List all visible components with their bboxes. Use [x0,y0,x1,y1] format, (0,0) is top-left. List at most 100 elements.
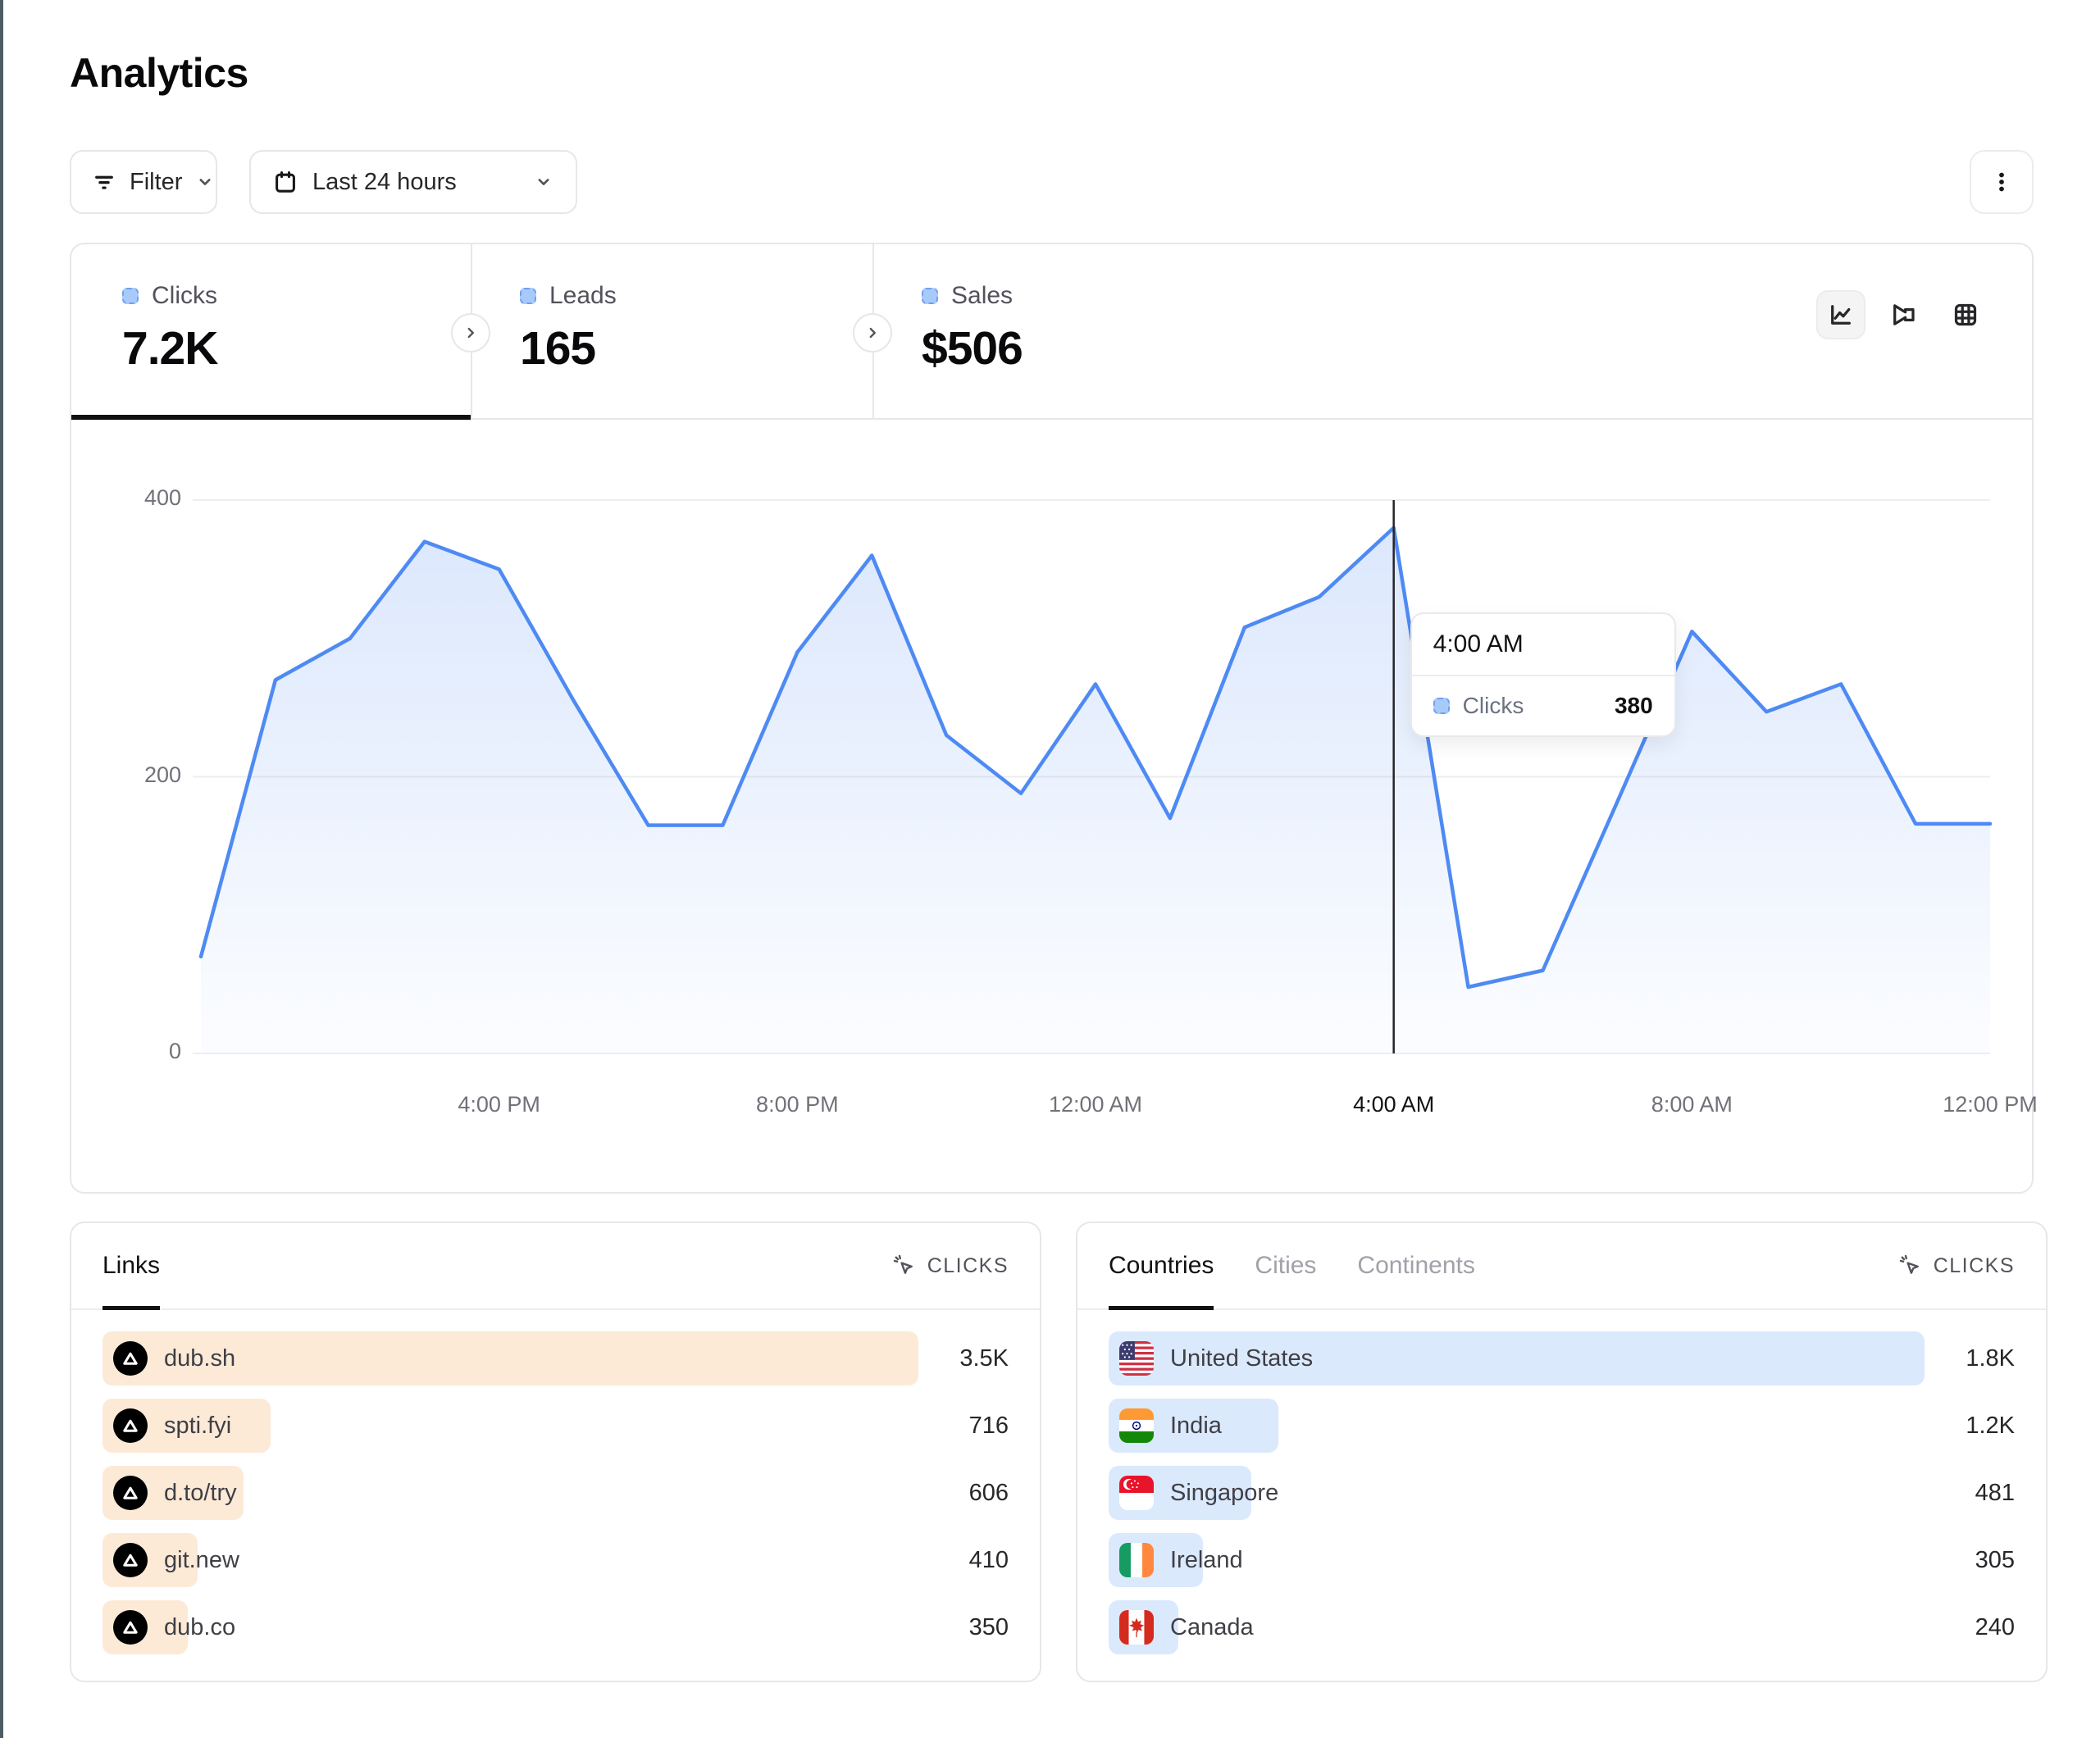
us-flag-icon [1119,1341,1154,1376]
countries-metric-selector[interactable]: CLICKS [1897,1253,2015,1279]
tooltip-series-label: Clicks [1463,693,1524,719]
x-tick-label: 12:00 AM [1049,1092,1142,1117]
stat-label: Clicks [152,282,217,310]
x-tick-label: 12:00 PM [1943,1092,2038,1117]
clicks-area-chart[interactable] [71,418,2032,1192]
item-value: 716 [918,1413,1009,1440]
list-item[interactable]: Ireland 305 [1109,1533,2015,1587]
list-item[interactable]: spti.fyi 716 [102,1399,1009,1453]
item-value: 1.2K [1925,1413,2015,1440]
y-tick-label: 400 [107,485,181,511]
item-value: 606 [918,1480,1009,1507]
dub-logo-avatar [113,1341,148,1376]
expand-sales-button[interactable] [853,313,892,353]
ca-flag-icon [1119,1610,1154,1645]
chevron-right-icon [863,324,881,342]
leads-series-swatch [520,288,536,304]
filter-icon [91,169,117,195]
stat-label: Sales [951,282,1013,310]
links-panel-header: Links CLICKS [71,1223,1040,1310]
countries-list: United States 1.8K India 1.2K Singapore481 Ir… [1077,1310,2046,1676]
links-panel: Links CLICKS dub.sh 3.5K spti.fyi 716 d.to/t… [70,1222,1041,1682]
links-list: dub.sh 3.5K spti.fyi 716 d.to/try 606 git.new 4… [71,1310,1040,1676]
tooltip-value: 380 [1615,693,1653,719]
item-label: dub.sh [164,1345,235,1372]
links-metric-label: CLICKS [927,1254,1009,1278]
sales-series-swatch [922,288,938,304]
list-item[interactable]: dub.sh 3.5K [102,1331,1009,1385]
page-title: Analytics [70,49,248,97]
filter-label: Filter [130,169,182,196]
dub-logo-avatar [113,1408,148,1443]
stat-value: $506 [922,321,1023,375]
item-value: 350 [918,1614,1009,1641]
expand-leads-button[interactable] [451,313,490,353]
list-item[interactable]: Singapore481 [1109,1466,2015,1520]
item-value: 1.8K [1925,1345,2015,1372]
x-tick-label: 8:00 PM [756,1092,839,1117]
funnel-chart-view-button[interactable] [1879,290,1928,339]
x-tick-label: 4:00 AM [1353,1092,1434,1117]
tab-continents[interactable]: Continents [1357,1223,1474,1308]
chart-area-fill [201,528,1990,1053]
item-label: Singapore [1170,1480,1278,1507]
list-item[interactable]: dub.co 350 [102,1600,1009,1654]
line-chart-view-button[interactable] [1816,290,1865,339]
ie-flag-icon [1119,1543,1154,1577]
item-value: 410 [918,1547,1009,1574]
chevron-right-icon [462,324,480,342]
clicks-series-swatch [122,288,139,304]
countries-panel-header: Countries Cities Continents CLICKS [1077,1223,2046,1310]
filter-button[interactable]: Filter [70,150,217,214]
links-metric-selector[interactable]: CLICKS [891,1253,1009,1279]
list-item[interactable]: India 1.2K [1109,1399,2015,1453]
cursor-click-icon [1897,1253,1924,1279]
tooltip-series-swatch [1433,698,1450,714]
tab-continents-label: Continents [1357,1252,1474,1280]
funnel-chart-icon [1888,300,1918,330]
chevron-down-icon [533,171,554,193]
dub-logo-avatar [113,1610,148,1645]
stats-row: Clicks 7.2K Leads 165 [71,244,2032,420]
item-label: India [1170,1413,1222,1440]
stat-value: 7.2K [122,321,217,375]
item-label: dub.co [164,1614,235,1641]
chart-view-toggle [1816,290,1990,339]
list-item[interactable]: d.to/try 606 [102,1466,1009,1520]
item-label: spti.fyi [164,1413,231,1440]
item-value: 3.5K [918,1345,1009,1372]
more-options-button[interactable] [1970,150,2034,214]
stat-tab-sales[interactable]: Sales $506 [874,244,1448,418]
countries-panel: Countries Cities Continents CLICKS Unite… [1076,1222,2048,1682]
stat-tab-leads[interactable]: Leads 165 [472,244,874,418]
item-value: 240 [1925,1614,2015,1641]
x-tick-label: 4:00 PM [458,1092,540,1117]
chevron-down-icon [194,171,216,193]
kebab-icon [1988,168,2016,196]
countries-metric-label: CLICKS [1934,1254,2015,1278]
item-value: 305 [1925,1547,2015,1574]
dub-logo-avatar [113,1543,148,1577]
table-grid-icon [1951,300,1980,330]
list-item[interactable]: United States 1.8K [1109,1331,2015,1385]
tooltip-time: 4:00 AM [1412,614,1674,676]
item-label: Ireland [1170,1547,1243,1574]
tab-countries[interactable]: Countries [1109,1223,1214,1308]
list-item[interactable]: git.new 410 [102,1533,1009,1587]
stat-value: 165 [520,321,617,375]
tab-links-label: Links [102,1252,160,1280]
stat-tab-clicks[interactable]: Clicks 7.2K [71,244,472,418]
tab-links[interactable]: Links [102,1223,160,1308]
sg-flag-icon [1119,1476,1154,1510]
cursor-click-icon [891,1253,918,1279]
x-tick-label: 8:00 AM [1651,1092,1733,1117]
tab-cities[interactable]: Cities [1255,1223,1316,1308]
table-view-button[interactable] [1941,290,1990,339]
item-label: git.new [164,1547,239,1574]
list-item[interactable]: Canada240 [1109,1600,2015,1654]
date-range-button[interactable]: Last 24 hours [249,150,577,214]
item-label: d.to/try [164,1480,237,1507]
tab-cities-label: Cities [1255,1252,1316,1280]
item-label: United States [1170,1345,1313,1372]
stat-label: Leads [549,282,617,310]
